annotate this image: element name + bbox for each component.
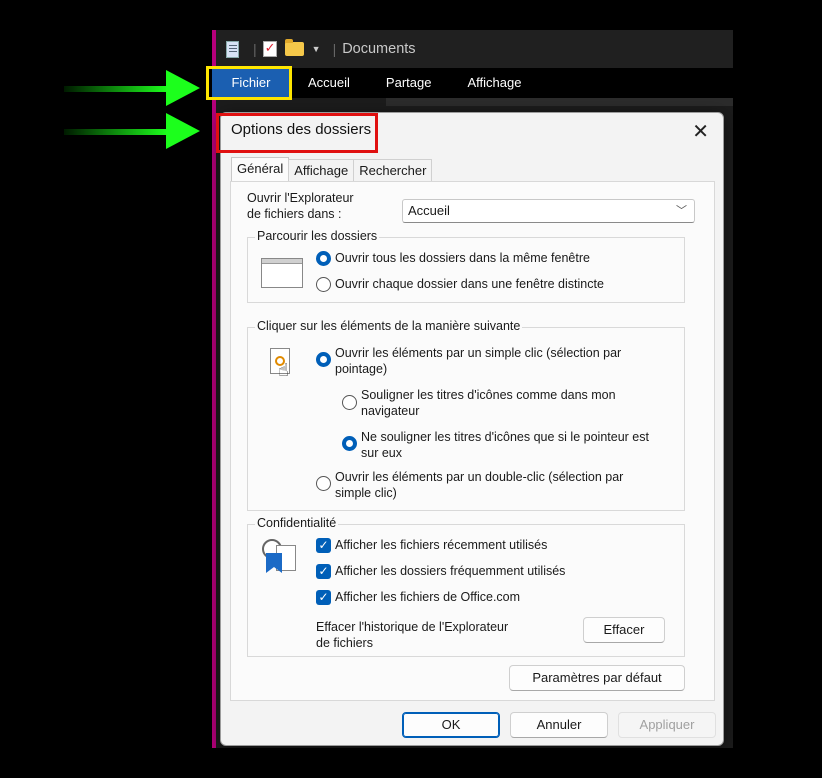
underline-browser-label-line1[interactable]: Souligner les titres d'icônes comme dans… [361,388,616,403]
tab-general[interactable]: Général [231,157,290,181]
ribbon-tabs: Fichier Accueil Partage Affichage [212,68,733,98]
pointer-hand-icon: ☝ [270,348,294,380]
radio-underline-browser[interactable] [342,395,357,410]
clear-history-label-line2: de fichiers [316,636,373,650]
frequent-folders-label[interactable]: Afficher les dossiers fréquemment utilis… [335,564,565,579]
window-title: Documents [342,41,416,57]
toolbar-separator: | [253,41,257,57]
green-arrow-fichier [64,70,200,106]
green-arrow-options [64,113,200,149]
click-items-group: Cliquer sur les éléments de la manière s… [247,319,685,511]
window-icon [261,258,303,288]
checkbox-frequent-folders[interactable]: ✓ [316,564,331,579]
radio-double-click[interactable] [316,476,331,491]
browse-folders-group: Parcourir les dossiers Ouvrir tous les d… [247,229,685,303]
radio-single-click[interactable] [316,352,331,367]
checkbox-office-files[interactable]: ✓ [316,590,331,605]
privacy-group: Confidentialité ✓ Afficher les fichiers … [247,516,685,657]
open-in-label-line1: Ouvrir l'Explorateur [247,191,354,205]
underline-hover-label-line2[interactable]: sur eux [361,446,402,461]
radio-separate-window-label[interactable]: Ouvrir chaque dossier dans une fenêtre d… [335,277,604,292]
apply-button[interactable]: Appliquer [618,712,716,738]
ribbon-tab-accueil[interactable]: Accueil [290,68,368,98]
single-click-label-line1[interactable]: Ouvrir les éléments par un simple clic (… [335,346,621,361]
quick-access-dropdown-icon[interactable]: ▼ [312,44,321,54]
document-icon[interactable] [226,40,239,58]
radio-underline-hover[interactable] [342,436,357,451]
checkbox-recent-files[interactable]: ✓ [316,538,331,553]
close-icon[interactable]: ✕ [692,119,709,144]
recent-files-label[interactable]: Afficher les fichiers récemment utilisés [335,538,547,553]
ribbon-tab-partage[interactable]: Partage [368,68,450,98]
open-in-selected-value: Accueil [408,203,450,218]
browse-folders-title: Parcourir les dossiers [255,229,380,243]
highlight-fichier [206,66,292,100]
office-files-label[interactable]: Afficher les fichiers de Office.com [335,590,520,605]
cancel-button[interactable]: Annuler [510,712,608,738]
chevron-down-icon: ﹀ [676,205,687,217]
clear-history-button[interactable]: Effacer [583,617,665,643]
tab-rechercher[interactable]: Rechercher [353,159,433,181]
underline-browser-label-line2[interactable]: navigateur [361,404,419,419]
underline-hover-label-line1[interactable]: Ne souligner les titres d'icônes que si … [361,430,649,445]
open-in-label-line2: de fichiers dans : [247,207,342,221]
single-click-label-line2[interactable]: pointage) [335,362,387,377]
privacy-icon [262,539,300,575]
click-items-title: Cliquer sur les éléments de la manière s… [255,319,523,333]
open-in-select[interactable]: Accueil ﹀ [402,199,695,223]
ribbon-tab-affichage[interactable]: Affichage [449,68,539,98]
restore-defaults-button[interactable]: Paramètres par défaut [509,665,685,691]
folder-options-dialog: Options des dossiers ✕ Général Affichage… [220,112,724,746]
privacy-title: Confidentialité [255,516,339,530]
general-tab-panel: Ouvrir l'Explorateur de fichiers dans : … [230,181,715,701]
toolbar-separator: | [332,41,337,57]
double-click-label-line2[interactable]: simple clic) [335,486,397,501]
radio-same-window-label[interactable]: Ouvrir tous les dossiers dans la même fe… [335,251,590,266]
properties-icon[interactable] [262,40,277,57]
tab-affichage[interactable]: Affichage [288,159,355,181]
double-click-label-line1[interactable]: Ouvrir les éléments par un double-clic (… [335,470,623,485]
clear-history-label-line1: Effacer l'historique de l'Explorateur [316,620,509,634]
folder-icon[interactable] [284,39,304,56]
dialog-tabs: Général Affichage Rechercher [231,157,433,181]
ok-button[interactable]: OK [402,712,500,738]
highlight-dialog-title [216,113,378,153]
explorer-address-strip [386,98,733,106]
explorer-titlebar: | ▼ | Documents [216,30,733,68]
radio-same-window[interactable] [316,251,331,266]
radio-separate-window[interactable] [316,277,331,292]
